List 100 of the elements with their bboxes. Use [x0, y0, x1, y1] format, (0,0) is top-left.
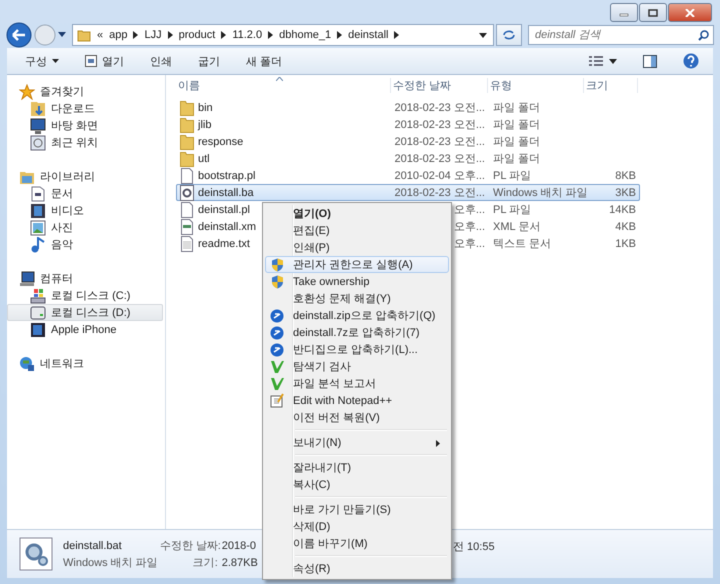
- size-cell: 3KB: [615, 186, 636, 198]
- file-name[interactable]: utl: [198, 152, 210, 164]
- breadcrumb[interactable]: deinstall: [348, 29, 388, 41]
- menu-item[interactable]: deinstall.7z로 압축하기(7): [265, 324, 449, 341]
- menu-item[interactable]: 편집(E): [265, 222, 449, 239]
- date-label: 수정한 날짜:: [160, 538, 218, 552]
- sidebar-heading[interactable]: 즐겨찾기: [7, 83, 165, 100]
- date-cell: 2018-02-23 오전...: [394, 187, 485, 199]
- file-name[interactable]: bin: [198, 102, 213, 114]
- chevron-icon[interactable]: [337, 31, 342, 39]
- sidebar-heading[interactable]: 네트워크: [7, 355, 165, 372]
- menu-item[interactable]: deinstall.zip으로 압축하기(Q): [265, 307, 449, 324]
- address-bar[interactable]: « app LJJ product 11.2.0 dbhome_1 deinstall: [72, 24, 494, 46]
- file-name[interactable]: deinstall.pl: [198, 204, 250, 216]
- folder-icon: [180, 100, 194, 116]
- menu-item[interactable]: 복사(C): [265, 476, 449, 493]
- v-check-icon: [270, 360, 284, 374]
- sidebar-item[interactable]: Apple iPhone: [7, 321, 163, 338]
- file-name[interactable]: response: [198, 136, 244, 148]
- phone-icon: [30, 322, 46, 338]
- menu-item[interactable]: Take ownership: [265, 273, 449, 290]
- sidebar-item[interactable]: 최근 위치: [7, 134, 163, 151]
- chevron-icon[interactable]: [221, 31, 226, 39]
- refresh-button[interactable]: [496, 24, 522, 46]
- column-header[interactable]: 수정한 날짜: [391, 78, 488, 92]
- menu-item[interactable]: 파일 분석 보고서: [265, 375, 449, 392]
- help-icon[interactable]: [683, 53, 699, 69]
- sort-icon[interactable]: [276, 77, 283, 81]
- menu-item[interactable]: 삭제(D): [265, 518, 449, 535]
- menu-item[interactable]: 탐색기 검사: [265, 358, 449, 375]
- preview-pane-icon[interactable]: [643, 54, 657, 68]
- file-icon: [180, 202, 194, 218]
- back-button[interactable]: [6, 22, 32, 48]
- sidebar-item[interactable]: 다운로드: [7, 100, 163, 117]
- menu-item[interactable]: 잘라내기(T): [265, 459, 449, 476]
- network-icon: [19, 356, 35, 372]
- file-name[interactable]: deinstall.xm: [198, 220, 256, 232]
- breadcrumb[interactable]: 11.2.0: [232, 29, 262, 41]
- file-name[interactable]: deinstall.ba: [198, 186, 254, 198]
- size-value: 2.87KB: [222, 556, 258, 570]
- sidebar-heading[interactable]: 라이브러리: [7, 168, 165, 185]
- breadcrumb[interactable]: product: [178, 29, 216, 41]
- file-name[interactable]: jlib: [198, 118, 212, 130]
- toolbar-button[interactable]: 굽기: [198, 54, 220, 68]
- minimize-button[interactable]: [610, 3, 638, 22]
- file-name[interactable]: bootstrap.pl: [198, 170, 256, 182]
- sidebar-item[interactable]: 로컬 디스크 (D:): [7, 304, 163, 321]
- breadcrumb[interactable]: LJJ: [144, 29, 162, 41]
- search-field[interactable]: deinstall 검색: [528, 25, 714, 45]
- organize-menu[interactable]: 구성: [25, 54, 59, 68]
- menu-item[interactable]: 이름 바꾸기(M): [265, 535, 449, 552]
- toolbar-button[interactable]: 열기: [85, 54, 124, 68]
- photo-icon: [30, 220, 46, 236]
- menu-item[interactable]: 인쇄(P): [265, 239, 449, 256]
- chevron-icon[interactable]: [394, 31, 400, 39]
- date-cell: 2018-02-23 오전...: [394, 119, 485, 131]
- view-icon[interactable]: [589, 55, 603, 67]
- sidebar-heading[interactable]: 컴퓨터: [7, 270, 165, 287]
- column-header[interactable]: 크기: [584, 78, 638, 92]
- sidebar-item[interactable]: 비디오: [7, 202, 163, 219]
- sidebar-item[interactable]: 음악: [7, 236, 163, 253]
- notepad-icon: [270, 393, 284, 408]
- sidebar-item[interactable]: 바탕 화면: [7, 117, 163, 134]
- menu-item[interactable]: 호환성 문제 해결(Y): [265, 290, 449, 307]
- chevron-icon[interactable]: [268, 31, 274, 39]
- menu-item[interactable]: 바로 가기 만들기(S): [265, 501, 449, 518]
- type-cell: 파일 폴더: [493, 119, 540, 131]
- menu-item[interactable]: 속성(R): [265, 560, 449, 577]
- type-cell: 파일 폴더: [493, 136, 540, 148]
- doc-icon: [30, 186, 46, 202]
- toolbar-button[interactable]: 새 폴더: [246, 54, 282, 68]
- menu-item[interactable]: 관리자 권한으로 실행(A): [265, 256, 449, 273]
- toolbar-button[interactable]: 인쇄: [150, 54, 172, 68]
- overflow-chevron[interactable]: «: [97, 29, 104, 41]
- chevron-icon[interactable]: [168, 31, 173, 39]
- menu-item[interactable]: 반디집으로 압축하기(L)...: [265, 341, 449, 358]
- menu-item[interactable]: 보내기(N): [265, 434, 449, 451]
- gear-file-icon: [180, 184, 194, 200]
- size-cell: 14KB: [609, 204, 636, 216]
- file-name[interactable]: readme.txt: [198, 238, 250, 250]
- maximize-button[interactable]: [639, 3, 667, 22]
- chevron-icon[interactable]: [133, 31, 138, 39]
- v-check-icon: [270, 376, 284, 390]
- history-caret-icon[interactable]: [58, 32, 66, 38]
- caret-icon[interactable]: [609, 58, 617, 64]
- menu-item[interactable]: 열기(O): [265, 205, 449, 222]
- breadcrumb[interactable]: dbhome_1: [279, 29, 332, 41]
- column-header[interactable]: 유형: [488, 78, 584, 92]
- sidebar-item[interactable]: 로컬 디스크 (C:): [7, 287, 163, 304]
- sidebar-item[interactable]: 문서: [7, 185, 163, 202]
- menu-item[interactable]: Edit with Notepad++: [265, 392, 449, 409]
- desktop-icon: [30, 118, 46, 134]
- dropdown-caret-icon[interactable]: [479, 32, 487, 38]
- close-button[interactable]: [668, 3, 712, 22]
- close-icon: [685, 8, 695, 16]
- computer-icon: [19, 270, 35, 286]
- sidebar-item[interactable]: 사진: [7, 219, 163, 236]
- column-header[interactable]: 이름: [176, 78, 391, 92]
- breadcrumb[interactable]: app: [109, 29, 128, 41]
- menu-item[interactable]: 이전 버전 복원(V): [265, 409, 449, 426]
